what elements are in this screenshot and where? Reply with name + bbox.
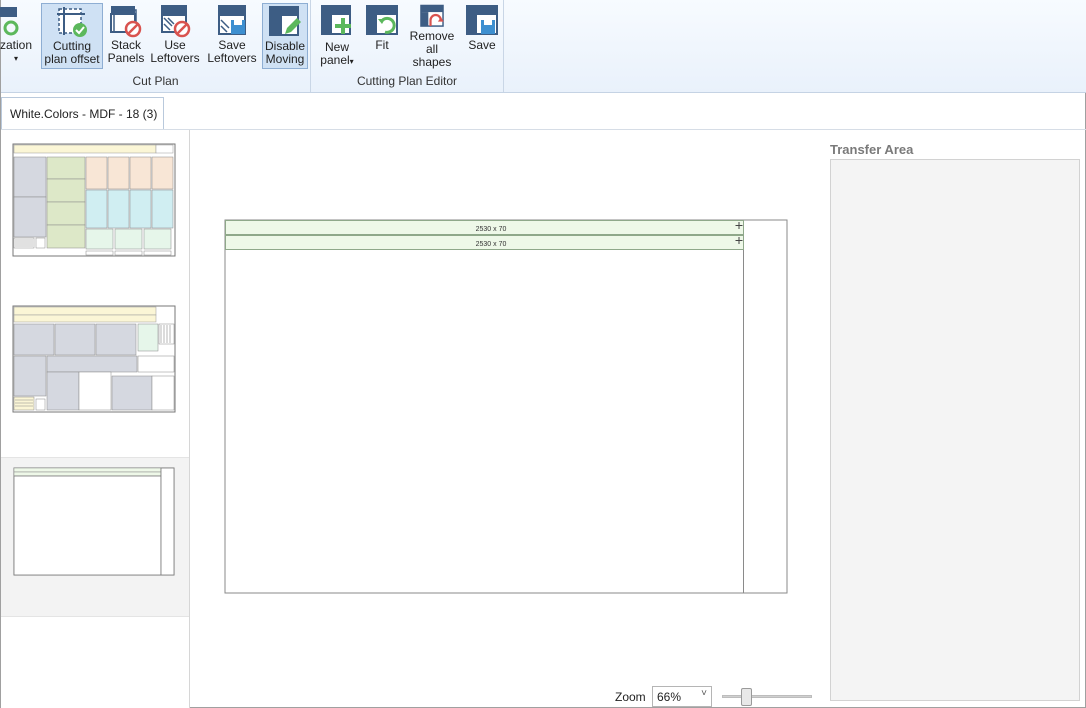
optimization-label: zation — [0, 38, 33, 52]
disable-moving-icon — [269, 6, 301, 36]
group-caption-cut-plan: Cut Plan — [132, 74, 179, 88]
chevron-down-icon: ▾ — [13, 54, 18, 63]
tab-material[interactable]: White.Colors - MDF - 18 (3) — [1, 97, 164, 129]
use-leftovers-label-2: Leftovers — [150, 51, 200, 65]
new-panel-button[interactable]: New panel▾ — [317, 3, 357, 69]
strip-1[interactable]: 2530 x 70 — [225, 220, 744, 235]
zoom-value: 66% — [657, 690, 682, 704]
cut-plan-thumbnails — [1, 130, 190, 708]
fit-button[interactable]: Fit — [363, 3, 401, 69]
thumbnail-sheet-1[interactable] — [11, 142, 179, 260]
save-icon — [466, 5, 498, 35]
cutting-plan-offset-icon — [57, 7, 87, 37]
fit-label: Fit — [375, 38, 389, 52]
chevron-down-icon: ▾ — [349, 57, 354, 66]
zoom-slider-thumb[interactable] — [741, 688, 752, 706]
save-leftovers-button[interactable]: Save Leftovers — [205, 3, 259, 69]
new-panel-label-2: panel▾ — [320, 54, 353, 68]
strip-1-label: 2530 x 70 — [476, 226, 507, 233]
stack-panels-button[interactable]: Stack Panels — [105, 3, 147, 69]
cutting-plan-offset-label-2: plan offset — [44, 52, 100, 66]
optimization-icon — [0, 7, 19, 36]
group-cutting-plan-editor: New panel▾ Fit Remove all shapes Save Cu… — [311, 0, 504, 92]
new-panel-icon — [321, 5, 351, 35]
fit-icon — [366, 5, 398, 35]
transfer-area[interactable] — [830, 159, 1080, 701]
stack-panels-icon — [110, 6, 142, 38]
cutting-plan-offset-button[interactable]: Cutting plan offset — [41, 3, 103, 69]
app-window: zation ▾ Cutting plan offset Stack Panel… — [0, 0, 1086, 708]
zoom-label: Zoom — [615, 690, 646, 704]
stack-panels-label-2: Panels — [107, 51, 145, 65]
sheet-panel[interactable]: 2530 x 70 2530 x 70 — [224, 219, 788, 595]
group-cut-plan: zation ▾ Cutting plan offset Stack Panel… — [0, 0, 311, 92]
optimization-button[interactable]: zation ▾ — [0, 3, 39, 69]
save-button[interactable]: Save — [463, 3, 501, 69]
disable-moving-label-2: Moving — [265, 52, 305, 66]
transfer-area-title: Transfer Area — [830, 142, 914, 157]
save-leftovers-icon — [218, 5, 246, 35]
cutting-canvas: 2530 x 70 2530 x 70 — [191, 130, 821, 708]
strip-2-label: 2530 x 70 — [476, 241, 507, 248]
remove-all-shapes-icon — [420, 4, 444, 27]
strip-2[interactable]: 2530 x 70 — [225, 235, 744, 250]
use-leftovers-icon — [161, 5, 191, 38]
disable-moving-button[interactable]: Disable Moving — [262, 3, 308, 69]
zoom-select[interactable]: 66% ˅ — [652, 686, 712, 707]
ribbon: zation ▾ Cutting plan offset Stack Panel… — [0, 0, 1086, 93]
zoom-slider-track[interactable] — [722, 695, 812, 698]
thumbnail-sheet-3[interactable] — [11, 466, 179, 578]
save-label: Save — [468, 38, 496, 52]
remove-all-shapes-label-2: all shapes — [412, 42, 452, 69]
chevron-down-icon[interactable]: ˅ — [701, 688, 707, 699]
thumbnail-sheet-2[interactable] — [11, 304, 179, 416]
save-leftovers-label-2: Leftovers — [207, 51, 257, 65]
remove-all-shapes-button[interactable]: Remove all shapes — [405, 3, 459, 69]
new-panel-label-text: panel — [320, 53, 350, 67]
group-caption-cutting-plan-editor: Cutting Plan Editor — [356, 74, 458, 88]
use-leftovers-button[interactable]: Use Leftovers — [149, 3, 201, 69]
